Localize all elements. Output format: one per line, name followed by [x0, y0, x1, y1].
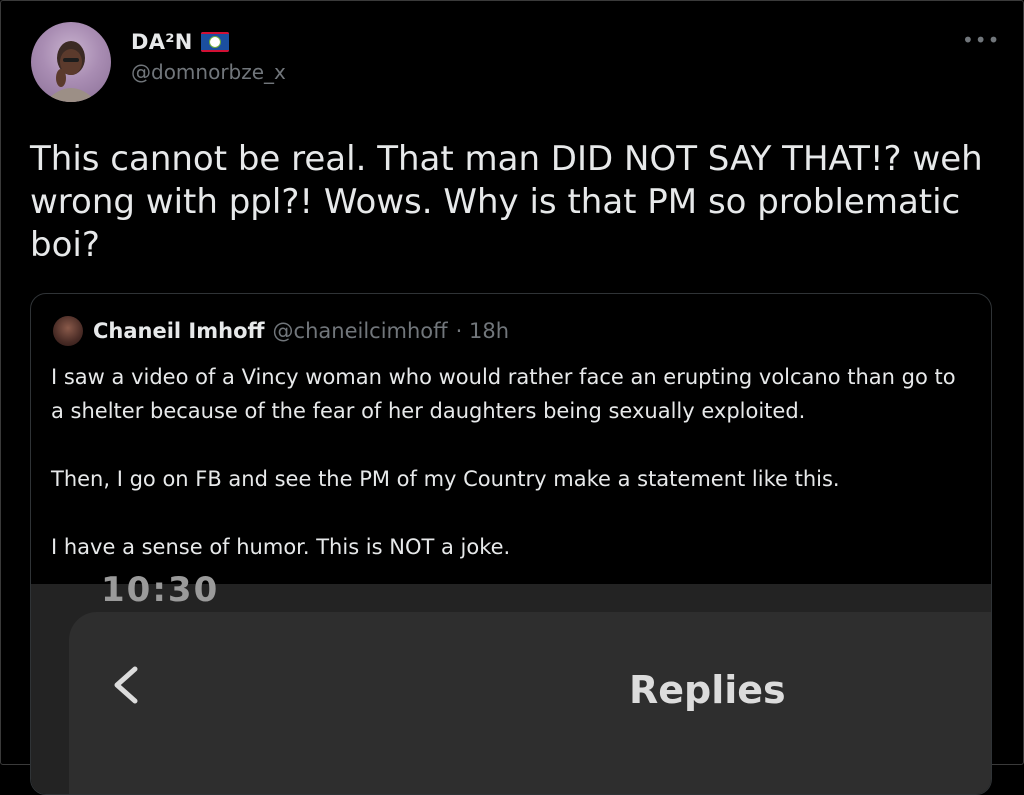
author-avatar[interactable] — [31, 22, 111, 102]
belize-flag-icon — [200, 32, 229, 52]
media-clock-text: 10:30 — [101, 570, 220, 610]
chevron-left-icon — [114, 666, 138, 704]
quoted-author-name: Chaneil Imhoff — [93, 319, 265, 343]
quoted-tweet-text: I saw a video of a Vincy woman who would… — [51, 365, 956, 559]
author-handle[interactable]: @domnorbze_x — [131, 60, 286, 84]
tweet-text: This cannot be real. That man DID NOT SA… — [30, 139, 994, 265]
quoted-tweet-time: · 18h — [455, 319, 510, 343]
media-replies-title: Replies — [629, 668, 786, 712]
author-display-name[interactable]: DA²N — [131, 30, 193, 54]
author-block: DA²N @domnorbze_x — [131, 30, 286, 84]
quoted-tweet[interactable]: Chaneil Imhoff @chaneilcimhoff · 18h I s… — [30, 293, 992, 795]
more-options-icon[interactable]: ••• — [962, 30, 1000, 50]
quoted-author-avatar — [53, 316, 83, 346]
quoted-tweet-media[interactable]: 10:30 Replies — [31, 570, 991, 794]
quoted-tweet-header: Chaneil Imhoff @chaneilcimhoff · 18h — [53, 316, 509, 346]
quoted-author-handle: @chaneilcimhoff — [272, 319, 448, 343]
media-replies-panel — [69, 612, 991, 794]
